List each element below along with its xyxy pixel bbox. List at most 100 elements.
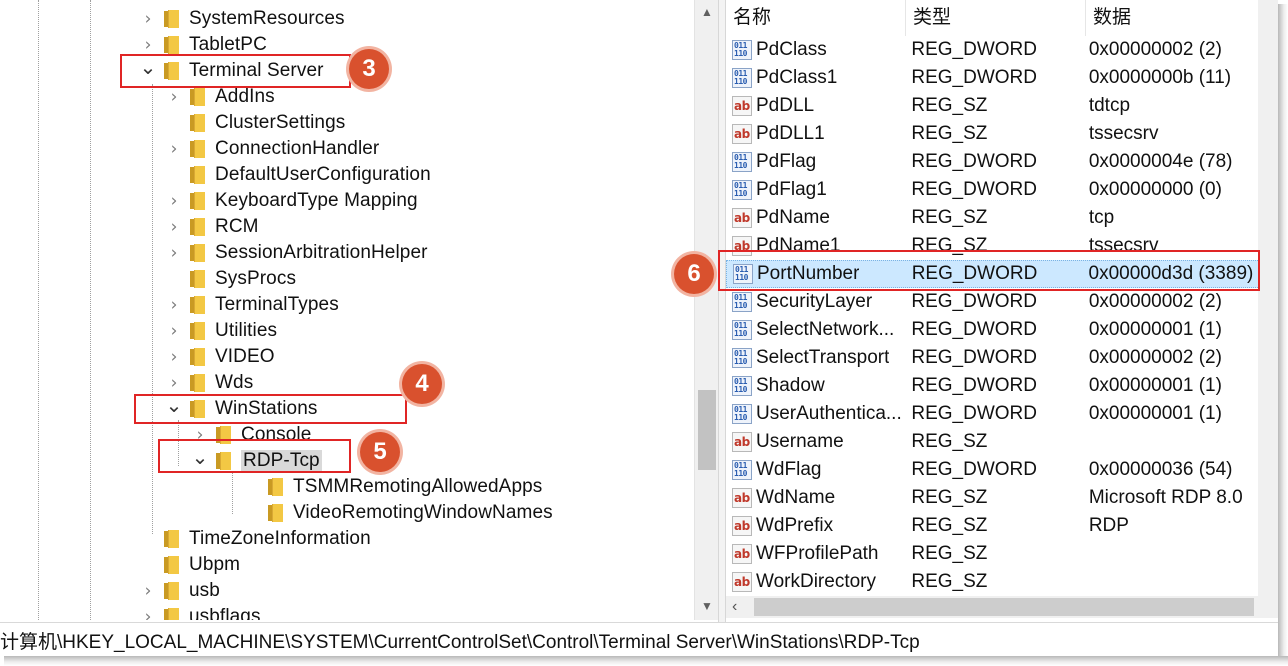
chevron-right-icon[interactable]: › [166, 318, 182, 344]
registry-values-pane: 名称 类型 数据 011 110 PdClass REG_DWORD 0x000000… [726, 0, 1278, 620]
chevron-right-icon[interactable]: › [140, 604, 156, 620]
tree-item[interactable]: ›TimeZoneInformation [140, 526, 371, 552]
tree-guide-line [152, 84, 153, 534]
ab-glyph-icon: ab [734, 491, 750, 505]
value-type: REG_SZ [911, 431, 988, 452]
value-data: 0x00000002 (2) [1088, 39, 1222, 60]
registry-value-row[interactable]: ab WdName REG_SZ Microsoft RDP 8.0 [726, 484, 1278, 512]
value-data: 0x0000004e (78) [1088, 151, 1233, 172]
value-name-cell: 011 110 SecurityLayer [726, 291, 903, 313]
folder-icon [190, 374, 205, 392]
value-type: REG_SZ [911, 571, 988, 592]
tree-scroll-thumb[interactable] [698, 390, 716, 470]
registry-value-row[interactable]: 011 110 PdClass1 REG_DWORD 0x0000000b (11) [726, 64, 1278, 92]
value-name-cell: 011 110 PdClass1 [726, 67, 903, 89]
binary-value-icon: 011 110 [732, 376, 752, 396]
value-type: REG_DWORD [911, 291, 1037, 312]
chevron-right-icon[interactable]: › [166, 240, 182, 266]
registry-value-row[interactable]: 011 110 UserAuthentica... REG_DWORD 0x00000… [726, 400, 1278, 428]
tree-item[interactable]: ›TSMMRemotingAllowedApps [244, 474, 542, 500]
chevron-right-icon[interactable]: › [166, 136, 182, 162]
binary-value-icon: 011 110 [732, 404, 752, 424]
registry-value-row[interactable]: 011 110 SelectTransport REG_DWORD 0x0000000… [726, 344, 1278, 372]
scroll-left-arrow-icon[interactable]: ‹ [732, 596, 737, 618]
value-name: WFProfilePath [756, 543, 879, 564]
binary-glyph-icon: 011 110 [734, 405, 747, 422]
registry-value-row[interactable]: 011 110 PdFlag REG_DWORD 0x0000004e (78) [726, 148, 1278, 176]
registry-editor-window: › SystemResources › TabletPC ⌄ Terminal Serve… [0, 0, 1288, 666]
tree-item-label: TSMMRemotingAllowedApps [293, 476, 543, 497]
binary-glyph-icon: 011 110 [734, 181, 747, 198]
values-horizontal-scrollbar[interactable]: ‹ [726, 596, 1278, 618]
tree-item[interactable]: › ConnectionHandler [166, 136, 380, 162]
chevron-right-icon[interactable]: › [166, 292, 182, 318]
tree-item[interactable]: › Utilities [166, 318, 277, 344]
registry-value-row[interactable]: 011 110 WdFlag REG_DWORD 0x00000036 (54) [726, 456, 1278, 484]
value-type: REG_DWORD [911, 375, 1037, 396]
tree-item[interactable]: ›ClusterSettings [166, 110, 345, 136]
chevron-right-icon[interactable]: › [140, 578, 156, 604]
binary-value-icon: 011 110 [732, 40, 752, 60]
scroll-up-arrow-icon[interactable]: ▲ [695, 2, 719, 22]
value-name: PdClass [756, 39, 827, 60]
registry-path[interactable]: 计算机\HKEY_LOCAL_MACHINE\SYSTEM\CurrentCon… [0, 627, 920, 654]
chevron-right-icon[interactable]: › [140, 6, 156, 32]
value-type: REG_SZ [911, 123, 988, 144]
column-header-row: 名称 类型 数据 [726, 0, 1278, 36]
values-vertical-scrollbar[interactable] [1258, 0, 1278, 596]
value-type: REG_SZ [911, 515, 988, 536]
registry-value-row[interactable]: 011 110 SelectNetwork... REG_DWORD 0x000000… [726, 316, 1278, 344]
registry-value-row[interactable]: 011 110 Shadow REG_DWORD 0x00000001 (1) [726, 372, 1278, 400]
tree-item[interactable]: ›DefaultUserConfiguration [166, 162, 431, 188]
registry-value-row[interactable]: 011 110 PdFlag1 REG_DWORD 0x00000000 (0) [726, 176, 1278, 204]
registry-value-row[interactable]: 011 110 PdClass REG_DWORD 0x00000002 (2) [726, 36, 1278, 64]
ab-glyph-icon: ab [734, 99, 750, 113]
tree-item[interactable]: › RCM [166, 214, 259, 240]
registry-value-row[interactable]: ab WFProfilePath REG_SZ [726, 540, 1278, 568]
registry-value-row[interactable]: ab PdDLL REG_SZ tdtcp [726, 92, 1278, 120]
tree-item-label: usb [189, 580, 220, 601]
registry-value-row[interactable]: ab WorkDirectory REG_SZ [726, 568, 1278, 596]
pane-splitter[interactable] [718, 0, 726, 622]
tree-item[interactable]: › usbflags [140, 604, 261, 620]
callout-box-portnumber [718, 250, 1260, 291]
tree-item[interactable]: ›Ubpm [140, 552, 240, 578]
folder-icon [164, 530, 179, 548]
tree-item[interactable]: › KeyboardType Mapping [166, 188, 418, 214]
folder-icon [164, 36, 179, 54]
callout-box-terminal-server [120, 54, 351, 88]
string-value-icon: ab [732, 544, 752, 564]
values-hscroll-thumb[interactable] [754, 598, 1254, 616]
registry-value-row[interactable]: ab WdPrefix REG_SZ RDP [726, 512, 1278, 540]
tree-vertical-scrollbar[interactable]: ▲ ▼ [694, 0, 718, 620]
chevron-right-icon[interactable]: › [166, 214, 182, 240]
registry-value-row[interactable]: ab Username REG_SZ [726, 428, 1278, 456]
tree-item[interactable]: › TerminalTypes [166, 292, 339, 318]
scroll-down-arrow-icon[interactable]: ▼ [695, 596, 719, 616]
folder-icon [190, 296, 205, 314]
folder-icon [268, 478, 283, 496]
tree-item[interactable]: ›VideoRemotingWindowNames [244, 500, 553, 526]
column-header-type[interactable]: 类型 [906, 0, 1086, 36]
address-status-bar[interactable]: 计算机\HKEY_LOCAL_MACHINE\SYSTEM\CurrentCon… [0, 622, 1278, 656]
column-header-data[interactable]: 数据 [1086, 0, 1278, 36]
tree-item[interactable]: ›SysProcs [166, 266, 296, 292]
binary-value-icon: 011 110 [732, 348, 752, 368]
value-data: tdtcp [1088, 95, 1131, 116]
value-type: REG_DWORD [911, 67, 1037, 88]
tree-item-label: SystemResources [189, 8, 345, 29]
registry-value-row[interactable]: 011 110 SecurityLayer REG_DWORD 0x00000002 … [726, 288, 1278, 316]
value-name: PdFlag1 [756, 179, 827, 200]
registry-value-row[interactable]: ab PdName REG_SZ tcp [726, 204, 1278, 232]
chevron-right-icon[interactable]: › [166, 344, 182, 370]
tree-item-label: ClusterSettings [215, 112, 346, 133]
column-header-name[interactable]: 名称 [726, 0, 906, 36]
tree-item[interactable]: › VIDEO [166, 344, 275, 370]
tree-item[interactable]: › usb [140, 578, 220, 604]
tree-item[interactable]: › SessionArbitrationHelper [166, 240, 428, 266]
folder-icon [190, 270, 205, 288]
binary-value-icon: 011 110 [732, 292, 752, 312]
chevron-right-icon[interactable]: › [166, 188, 182, 214]
tree-item[interactable]: › SystemResources [140, 6, 345, 32]
registry-value-row[interactable]: ab PdDLL1 REG_SZ tssecsrv [726, 120, 1278, 148]
